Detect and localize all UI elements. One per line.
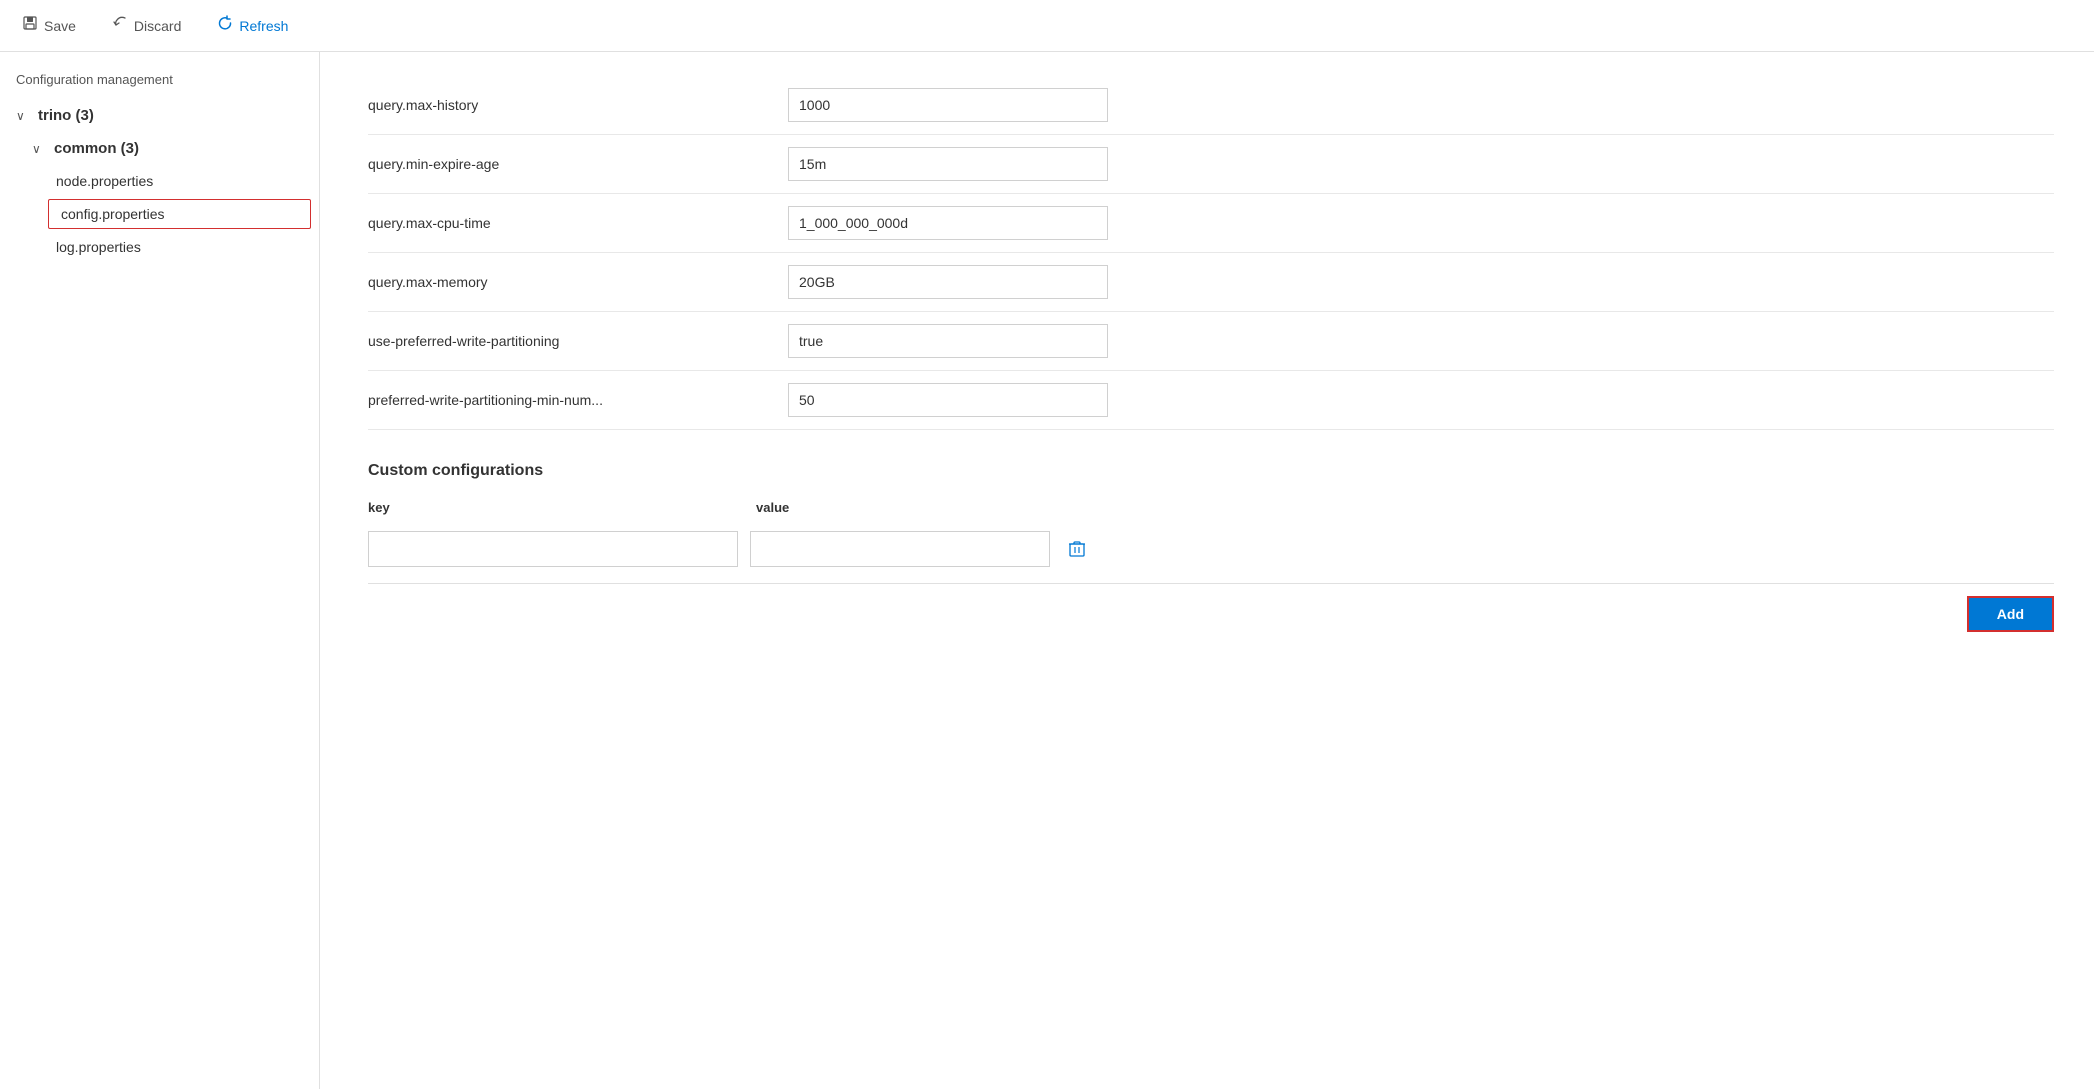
config-row: query.max-memory — [368, 253, 2054, 312]
tree-item-log-properties[interactable]: log.properties — [0, 231, 319, 263]
sidebar-title: Configuration management — [0, 64, 319, 99]
col-key-header: key — [368, 500, 748, 515]
tree-item-config-properties[interactable]: config.properties — [48, 199, 311, 229]
config-key-4: use-preferred-write-partitioning — [368, 333, 788, 349]
refresh-button[interactable]: Refresh — [211, 11, 294, 40]
save-label: Save — [44, 18, 76, 34]
chevron-down-icon: ∨ — [16, 109, 32, 123]
config-key-0: query.max-history — [368, 97, 788, 113]
config-row: use-preferred-write-partitioning — [368, 312, 2054, 371]
add-button[interactable]: Add — [1967, 596, 2054, 632]
delete-row-button-0[interactable] — [1062, 538, 1092, 560]
tree-item-common[interactable]: ∨ common (3) — [0, 132, 319, 165]
save-icon — [22, 15, 38, 36]
config-value-input-4[interactable] — [788, 324, 1108, 358]
discard-label: Discard — [134, 18, 181, 34]
add-btn-row: Add — [368, 583, 2054, 632]
config-value-input-1[interactable] — [788, 147, 1108, 181]
main-layout: Configuration management ∨ trino (3) ∨ c… — [0, 52, 2094, 1089]
config-row: query.max-cpu-time — [368, 194, 2054, 253]
config-value-input-2[interactable] — [788, 206, 1108, 240]
sidebar: Configuration management ∨ trino (3) ∨ c… — [0, 52, 320, 1089]
discard-icon — [112, 15, 128, 36]
config-rows-container: query.max-history query.min-expire-age que… — [368, 76, 2054, 430]
config-value-input-0[interactable] — [788, 88, 1108, 122]
config-key-1: query.min-expire-age — [368, 156, 788, 172]
tree-label-common: common (3) — [54, 140, 139, 157]
custom-config-headers: key value — [368, 500, 2054, 519]
custom-config-title: Custom configurations — [368, 462, 2054, 480]
content-area: query.max-history query.min-expire-age que… — [320, 52, 2094, 1089]
tree-item-trino[interactable]: ∨ trino (3) — [0, 99, 319, 132]
discard-button[interactable]: Discard — [106, 11, 187, 40]
custom-rows-container — [368, 531, 2054, 567]
config-row: query.max-history — [368, 76, 2054, 135]
tree-label-config-properties: config.properties — [61, 206, 165, 222]
refresh-icon — [217, 15, 233, 36]
config-key-2: query.max-cpu-time — [368, 215, 788, 231]
config-value-input-5[interactable] — [788, 383, 1108, 417]
tree-item-node-properties[interactable]: node.properties — [0, 165, 319, 197]
config-row: query.min-expire-age — [368, 135, 2054, 194]
custom-config-section: Custom configurations key value Add — [368, 462, 2054, 632]
toolbar: Save Discard Refresh — [0, 0, 2094, 52]
custom-key-input-0[interactable] — [368, 531, 738, 567]
tree-label-log-properties: log.properties — [56, 239, 141, 255]
tree-label-node-properties: node.properties — [56, 173, 153, 189]
config-row: preferred-write-partitioning-min-num... — [368, 371, 2054, 430]
config-key-5: preferred-write-partitioning-min-num... — [368, 392, 788, 408]
config-key-3: query.max-memory — [368, 274, 788, 290]
config-value-input-3[interactable] — [788, 265, 1108, 299]
tree-label-trino: trino (3) — [38, 107, 94, 124]
chevron-down-icon-common: ∨ — [32, 142, 48, 156]
custom-row — [368, 531, 2054, 567]
custom-value-input-0[interactable] — [750, 531, 1050, 567]
refresh-label: Refresh — [239, 18, 288, 34]
save-button[interactable]: Save — [16, 11, 82, 40]
col-value-header: value — [748, 500, 2054, 515]
